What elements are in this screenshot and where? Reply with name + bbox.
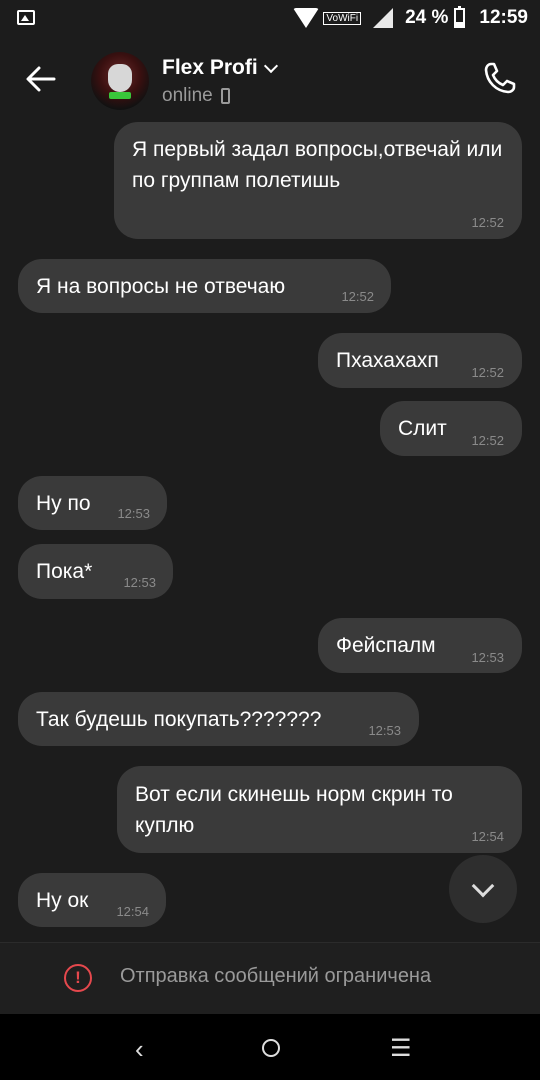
message-bubble-incoming[interactable]: Я на вопросы не отвечаю 12:52 [18,259,391,313]
message-bubble-incoming[interactable]: Так будешь покупать??????? 12:53 [18,692,419,746]
scroll-down-button[interactable] [449,855,517,923]
vowifi-label: VoWiFi [323,11,362,25]
message-bubble-outgoing[interactable]: Вот если скинешь норм скрин то куплю 12:… [117,766,522,853]
message-bubble-outgoing[interactable]: Я первый задал вопросы,отвечай или по гр… [114,122,522,239]
message-text: Пока* [36,560,93,583]
message-time: 12:53 [117,506,150,521]
nav-home-button[interactable] [262,1039,280,1057]
navigation-bar: ‹ ☰ [0,1014,540,1080]
message-bubble-outgoing[interactable]: Пхахахахп 12:52 [318,333,522,388]
warning-icon: ! [64,964,92,992]
battery-icon [454,6,466,28]
back-arrow-icon[interactable] [24,62,58,96]
contact-name[interactable]: Flex Profi [162,56,278,80]
nav-back-button[interactable]: ‹ [135,1034,144,1065]
gallery-icon [17,10,35,25]
signal-icon [373,8,394,28]
message-time: 12:53 [368,723,401,738]
presence-status: online [162,85,230,107]
message-text: Я первый задал вопросы,отвечай или по гр… [132,138,503,192]
restricted-label: Отправка сообщений ограничена [120,965,432,987]
message-text: Так будешь покупать??????? [36,708,322,731]
message-text: Фейспалм [336,634,436,657]
status-indicators: VoWiFi 24 % 12:59 [293,6,528,30]
mobile-device-icon [220,88,230,104]
status-bar: VoWiFi 24 % 12:59 [0,0,540,36]
status-time: 12:59 [479,7,528,28]
avatar[interactable] [91,52,149,110]
message-text: Ну по [36,492,91,515]
message-text: Я на вопросы не отвечаю [36,275,286,298]
battery-percent: 24 % [405,7,449,28]
contact-name-label: Flex Profi [162,56,258,79]
message-time: 12:52 [471,365,504,380]
chat-header: Flex Profi online [0,36,540,122]
message-text: Вот если скинешь норм скрин то куплю [135,783,453,837]
message-time: 12:52 [341,289,374,304]
message-bubble-incoming[interactable]: Пока* 12:53 [18,544,173,599]
message-time: 12:53 [123,575,156,590]
presence-label: online [162,85,213,106]
message-bubble-incoming[interactable]: Ну ок 12:54 [18,873,166,927]
message-time: 12:54 [471,829,504,844]
message-bubble-outgoing[interactable]: Фейспалм 12:53 [318,618,522,673]
nav-menu-button[interactable]: ☰ [390,1034,412,1063]
message-text: Пхахахахп [336,349,439,372]
phone-call-icon[interactable] [480,58,520,98]
chevron-down-icon [263,58,278,74]
message-time: 12:52 [471,433,504,448]
message-bubble-incoming[interactable]: Ну по 12:53 [18,476,167,530]
message-text: Слит [398,417,447,440]
message-time: 12:53 [471,650,504,665]
message-text: Ну ок [36,889,89,912]
message-time: 12:52 [471,215,504,230]
message-time: 12:54 [116,904,149,919]
wifi-icon [293,8,320,28]
message-bubble-outgoing[interactable]: Слит 12:52 [380,401,522,456]
restricted-notice: ! Отправка сообщений ограничена [0,942,540,1015]
